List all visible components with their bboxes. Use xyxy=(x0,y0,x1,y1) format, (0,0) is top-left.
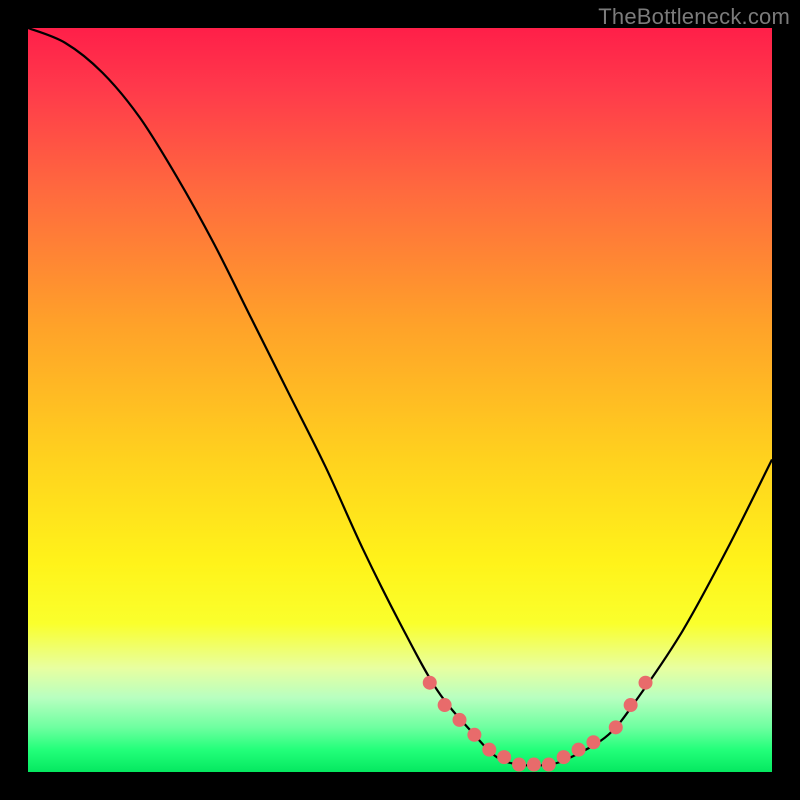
marker-point xyxy=(639,676,653,690)
marker-point xyxy=(542,758,556,772)
marker-point xyxy=(423,676,437,690)
marker-point xyxy=(557,750,571,764)
attribution-text: TheBottleneck.com xyxy=(598,4,790,30)
marker-point xyxy=(586,735,600,749)
marker-point xyxy=(497,750,511,764)
marker-point xyxy=(609,720,623,734)
highlight-markers xyxy=(423,676,653,772)
chart-frame: TheBottleneck.com xyxy=(0,0,800,800)
marker-point xyxy=(467,728,481,742)
marker-point xyxy=(572,743,586,757)
marker-point xyxy=(482,743,496,757)
bottleneck-curve xyxy=(28,28,772,765)
marker-point xyxy=(512,758,526,772)
curve-layer xyxy=(28,28,772,772)
plot-area xyxy=(28,28,772,772)
marker-point xyxy=(453,713,467,727)
marker-point xyxy=(624,698,638,712)
marker-point xyxy=(438,698,452,712)
marker-point xyxy=(527,758,541,772)
